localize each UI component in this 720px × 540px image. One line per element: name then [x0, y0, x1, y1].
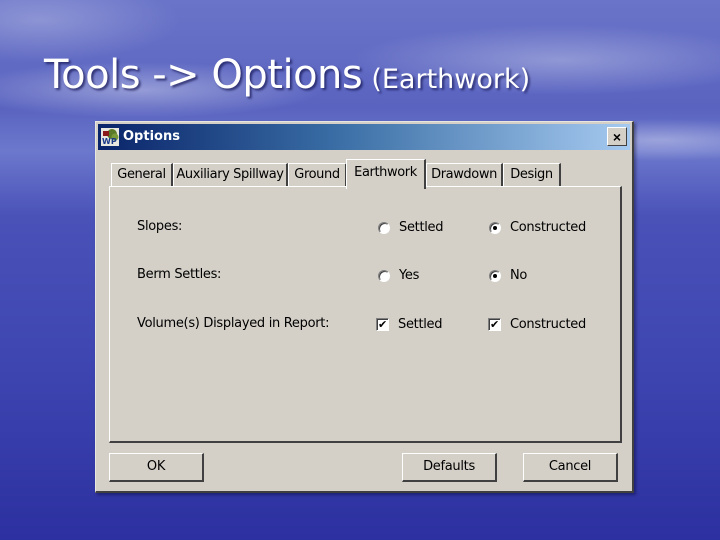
- tab-label: Drawdown: [431, 167, 497, 182]
- slopes-label: Slopes:: [137, 219, 183, 234]
- close-icon: ×: [612, 128, 622, 145]
- tab-ground[interactable]: Ground: [288, 163, 347, 187]
- tab-general[interactable]: General: [111, 163, 173, 187]
- checkmark-icon: ✔: [488, 318, 501, 331]
- tab-auxiliary-spillway[interactable]: Auxiliary Spillway: [173, 163, 288, 187]
- option-label: Yes: [399, 268, 420, 283]
- tab-label: Design: [510, 167, 553, 182]
- slopes-constructed-radio[interactable]: Constructed: [489, 220, 586, 235]
- radio-unchecked-icon: [378, 221, 390, 234]
- dialog-title: Options: [123, 129, 180, 144]
- tab-label: Earthwork: [354, 165, 417, 180]
- tab-label: Ground: [294, 167, 340, 182]
- options-dialog: WP Options × General Auxiliary Spillway …: [95, 121, 634, 493]
- volumes-displayed-label: Volume(s) Displayed in Report:: [137, 316, 330, 331]
- option-label: Constructed: [510, 317, 586, 332]
- ok-button[interactable]: OK: [109, 453, 204, 482]
- berm-settles-yes-radio[interactable]: Yes: [378, 268, 419, 283]
- slide-title: Tools -> Options (Earthwork): [44, 52, 530, 98]
- berm-settles-label: Berm Settles:: [137, 267, 222, 282]
- volumes-constructed-checkbox[interactable]: ✔ Constructed: [488, 317, 586, 332]
- tab-drawdown[interactable]: Drawdown: [426, 163, 503, 187]
- cancel-button[interactable]: Cancel: [523, 453, 618, 482]
- title-bar[interactable]: WP Options ×: [98, 124, 630, 150]
- option-label: Constructed: [510, 220, 586, 235]
- app-icon: WP: [101, 128, 119, 146]
- svg-text:WP: WP: [102, 137, 117, 146]
- volumes-settled-checkbox[interactable]: ✔ Settled: [376, 317, 443, 332]
- tab-label: Auxiliary Spillway: [176, 167, 284, 182]
- close-button[interactable]: ×: [607, 127, 627, 146]
- checkmark-icon: ✔: [376, 318, 389, 331]
- earthwork-panel: Slopes: Settled Constructed Berm Settles…: [109, 186, 622, 443]
- tab-design[interactable]: Design: [503, 163, 561, 187]
- radio-checked-icon: [489, 221, 501, 234]
- slopes-settled-radio[interactable]: Settled: [378, 220, 444, 235]
- defaults-button[interactable]: Defaults: [402, 453, 497, 482]
- radio-unchecked-icon: [378, 269, 390, 282]
- tab-label: General: [117, 167, 166, 182]
- option-label: Settled: [398, 317, 443, 332]
- slide-title-sub: (Earthwork): [371, 64, 531, 95]
- option-label: Settled: [399, 220, 444, 235]
- slide-title-main: Tools -> Options: [44, 52, 363, 98]
- tab-earthwork[interactable]: Earthwork: [346, 159, 426, 189]
- radio-checked-icon: [489, 269, 501, 282]
- option-label: No: [510, 268, 528, 283]
- berm-settles-no-radio[interactable]: No: [489, 268, 527, 283]
